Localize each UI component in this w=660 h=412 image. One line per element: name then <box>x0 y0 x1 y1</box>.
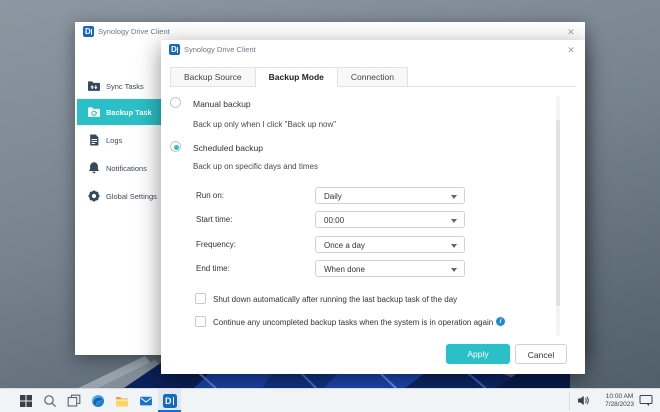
apply-button[interactable]: Apply <box>446 344 510 364</box>
dialog-title: Synology Drive Client <box>184 45 256 54</box>
dialog-tab-bar: Backup Source Backup Mode Connection <box>170 67 576 87</box>
end-time-select[interactable]: When done <box>315 260 465 277</box>
edge-icon <box>91 394 105 408</box>
clock[interactable]: 10:00 AM 7/28/2023 <box>605 393 634 409</box>
backup-folder-icon <box>87 105 101 119</box>
sidebar-item-label: Backup Task <box>106 108 152 117</box>
edge-app-button[interactable] <box>86 389 109 412</box>
backup-settings-dialog: D Synology Drive Client ✕ Backup Source … <box>161 40 585 374</box>
synology-drive-logo-icon: D <box>163 394 177 408</box>
sidebar-item-sync-tasks[interactable]: Sync Tasks <box>77 73 161 99</box>
task-view-button[interactable] <box>62 389 85 412</box>
sidebar: Sync Tasks Backup Task <box>75 44 161 355</box>
manual-backup-radio[interactable] <box>170 97 181 108</box>
scheduled-backup-label: Scheduled backup <box>193 143 263 153</box>
run-on-value: Daily <box>324 192 342 201</box>
search-button[interactable] <box>38 389 61 412</box>
start-time-select[interactable]: 00:00 <box>315 211 465 228</box>
sidebar-item-label: Logs <box>106 136 122 145</box>
mail-icon <box>139 394 153 408</box>
sidebar-item-notifications[interactable]: Notifications <box>77 155 161 181</box>
manual-backup-description: Back up only when I click "Back up now" <box>193 120 336 129</box>
file-explorer-icon <box>115 394 129 408</box>
tab-connection[interactable]: Connection <box>338 67 408 87</box>
start-time-value: 00:00 <box>324 216 344 225</box>
sidebar-item-logs[interactable]: Logs <box>77 127 161 153</box>
start-time-label: Start time: <box>196 215 232 224</box>
tray-separator <box>569 392 570 410</box>
tray-time: 10:00 AM <box>605 393 634 401</box>
frequency-value: Once a day <box>324 241 365 250</box>
sidebar-item-global-settings[interactable]: Global Settings <box>77 183 161 209</box>
tab-backup-mode[interactable]: Backup Mode <box>256 67 338 87</box>
shutdown-checkbox[interactable] <box>195 293 206 304</box>
shutdown-checkbox-label: Shut down automatically after running th… <box>213 295 457 304</box>
main-window-close-icon[interactable]: ✕ <box>565 26 577 38</box>
scheduled-backup-radio[interactable] <box>170 141 181 152</box>
chevron-down-icon <box>451 244 457 248</box>
synology-drive-logo-icon: D <box>83 26 94 37</box>
tab-backup-source[interactable]: Backup Source <box>170 67 256 87</box>
file-explorer-app-button[interactable] <box>110 389 133 412</box>
mail-app-button[interactable] <box>134 389 157 412</box>
action-center-icon[interactable] <box>639 394 653 407</box>
bell-icon <box>87 161 101 175</box>
end-time-label: End time: <box>196 264 230 273</box>
dialog-titlebar: D Synology Drive Client ✕ <box>161 40 585 60</box>
continue-tasks-checkbox[interactable] <box>195 316 206 327</box>
dialog-scrollbar[interactable] <box>556 96 560 336</box>
chevron-down-icon <box>451 268 457 272</box>
chevron-down-icon <box>451 195 457 199</box>
frequency-select[interactable]: Once a day <box>315 236 465 253</box>
chevron-down-icon <box>451 219 457 223</box>
cancel-button[interactable]: Cancel <box>515 344 567 364</box>
sidebar-item-label: Sync Tasks <box>106 82 144 91</box>
taskbar: D 10:00 AM 7/28/2023 <box>0 388 660 412</box>
end-time-value: When done <box>324 265 365 274</box>
volume-icon[interactable] <box>577 394 590 407</box>
main-window-title: Synology Drive Client <box>98 27 170 36</box>
synology-drive-logo-icon: D <box>169 44 180 55</box>
dialog-close-icon[interactable]: ✕ <box>565 44 577 56</box>
sync-folder-icon <box>87 79 101 93</box>
main-window-titlebar: D Synology Drive Client ✕ <box>75 22 585 42</box>
document-icon <box>87 133 101 147</box>
gear-icon <box>87 189 101 203</box>
info-icon[interactable]: i <box>496 317 505 326</box>
task-view-icon <box>67 394 81 408</box>
synology-drive-app-button[interactable]: D <box>158 389 181 412</box>
sidebar-item-label: Notifications <box>106 164 147 173</box>
sidebar-item-backup-task[interactable]: Backup Task <box>77 99 161 125</box>
continue-tasks-checkbox-label: Continue any uncompleted backup tasks wh… <box>213 318 493 327</box>
frequency-label: Frequency: <box>196 240 236 249</box>
sidebar-item-label: Global Settings <box>106 192 157 201</box>
run-on-label: Run on: <box>196 191 224 200</box>
scheduled-backup-description: Back up on specific days and times <box>193 162 318 171</box>
search-icon <box>43 394 57 408</box>
tray-date: 7/28/2023 <box>605 401 634 409</box>
scrollbar-thumb[interactable] <box>556 120 560 306</box>
manual-backup-label: Manual backup <box>193 99 251 109</box>
run-on-select[interactable]: Daily <box>315 187 465 204</box>
windows-logo-icon <box>19 394 33 408</box>
desktop: D Synology Drive Client ✕ Sync Tasks <box>0 0 660 412</box>
start-button[interactable] <box>14 389 37 412</box>
